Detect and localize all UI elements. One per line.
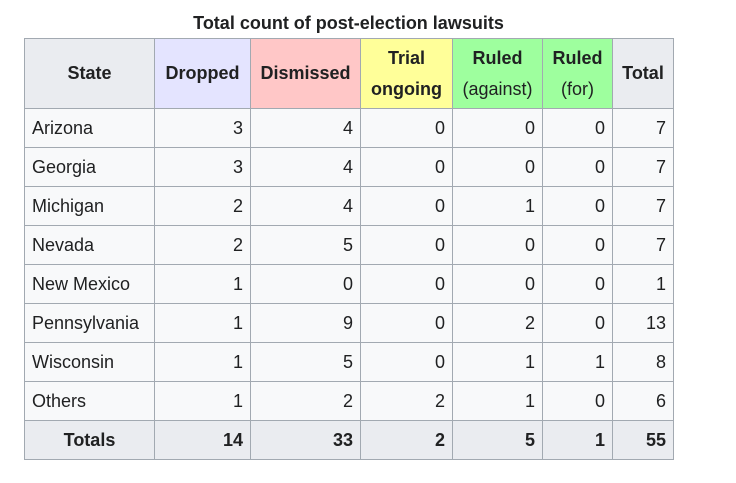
- cell-dismissed: 5: [250, 342, 361, 382]
- table-row: Michigan 2 4 0 1 0 7: [24, 186, 674, 226]
- cell-dropped: 1: [154, 381, 251, 421]
- cell-ruled-against: 1: [452, 381, 543, 421]
- header-ruled-against-line2: (against): [462, 78, 533, 99]
- cell-dismissed: 9: [250, 303, 361, 343]
- cell-total: 7: [612, 225, 674, 265]
- cell-dropped: 2: [154, 225, 251, 265]
- cell-trial: 0: [360, 108, 453, 148]
- header-trial-line1: Trial: [387, 47, 426, 68]
- table-row: Pennsylvania 1 9 0 2 0 13: [24, 303, 674, 343]
- totals-trial: 2: [360, 420, 453, 460]
- cell-ruled-for: 0: [542, 303, 613, 343]
- cell-ruled-for: 0: [542, 264, 613, 304]
- header-ruled-for-line2: (for): [561, 78, 594, 99]
- cell-dropped: 1: [154, 303, 251, 343]
- header-ruled-for-line1: Ruled: [552, 47, 603, 68]
- cell-dismissed: 0: [250, 264, 361, 304]
- cell-dismissed: 5: [250, 225, 361, 265]
- cell-trial: 2: [360, 381, 453, 421]
- header-row: State Dropped Dismissed Trial ongoing Ru…: [24, 38, 674, 109]
- cell-ruled-against: 0: [452, 225, 543, 265]
- cell-state: Pennsylvania: [24, 303, 155, 343]
- cell-trial: 0: [360, 225, 453, 265]
- cell-trial: 0: [360, 342, 453, 382]
- cell-ruled-for: 0: [542, 186, 613, 226]
- header-dropped[interactable]: Dropped: [154, 38, 251, 109]
- cell-ruled-against: 0: [452, 147, 543, 187]
- cell-dropped: 1: [154, 342, 251, 382]
- totals-ruled-for: 1: [542, 420, 613, 460]
- table-caption: Total count of post-election lawsuits: [193, 13, 504, 33]
- cell-ruled-for: 0: [542, 225, 613, 265]
- cell-ruled-against: 0: [452, 264, 543, 304]
- lawsuits-table: State Dropped Dismissed Trial ongoing Ru…: [24, 38, 674, 460]
- cell-trial: 0: [360, 147, 453, 187]
- cell-total: 1: [612, 264, 674, 304]
- cell-trial: 0: [360, 303, 453, 343]
- cell-state: Wisconsin: [24, 342, 155, 382]
- cell-dismissed: 4: [250, 108, 361, 148]
- cell-ruled-against: 2: [452, 303, 543, 343]
- cell-ruled-for: 0: [542, 381, 613, 421]
- cell-total: 7: [612, 108, 674, 148]
- table-row: Wisconsin 1 5 0 1 1 8: [24, 342, 674, 382]
- cell-ruled-against: 0: [452, 108, 543, 148]
- header-ruled-against-line1: Ruled: [472, 47, 523, 68]
- cell-dropped: 2: [154, 186, 251, 226]
- cell-total: 7: [612, 186, 674, 226]
- cell-state: Georgia: [24, 147, 155, 187]
- header-dismissed[interactable]: Dismissed: [250, 38, 361, 109]
- cell-state: Nevada: [24, 225, 155, 265]
- cell-dropped: 1: [154, 264, 251, 304]
- cell-dismissed: 4: [250, 186, 361, 226]
- totals-total: 55: [612, 420, 674, 460]
- cell-total: 6: [612, 381, 674, 421]
- cell-ruled-for: 0: [542, 147, 613, 187]
- totals-ruled-against: 5: [452, 420, 543, 460]
- header-state[interactable]: State: [24, 38, 155, 109]
- table-row: Nevada 2 5 0 0 0 7: [24, 225, 674, 265]
- cell-dismissed: 4: [250, 147, 361, 187]
- cell-dismissed: 2: [250, 381, 361, 421]
- table-row: Arizona 3 4 0 0 0 7: [24, 108, 674, 148]
- cell-ruled-for: 0: [542, 108, 613, 148]
- totals-dismissed: 33: [250, 420, 361, 460]
- cell-dropped: 3: [154, 147, 251, 187]
- cell-ruled-against: 1: [452, 186, 543, 226]
- cell-total: 7: [612, 147, 674, 187]
- totals-row: Totals 14 33 2 5 1 55: [24, 420, 674, 460]
- table-row: Others 1 2 2 1 0 6: [24, 381, 674, 421]
- totals-dropped: 14: [154, 420, 251, 460]
- header-trial-line2: ongoing: [371, 78, 442, 99]
- header-ruled-for[interactable]: Ruled (for): [542, 38, 613, 109]
- cell-dropped: 3: [154, 108, 251, 148]
- cell-ruled-against: 1: [452, 342, 543, 382]
- cell-state: New Mexico: [24, 264, 155, 304]
- table-row: New Mexico 1 0 0 0 0 1: [24, 264, 674, 304]
- cell-trial: 0: [360, 186, 453, 226]
- header-ruled-against[interactable]: Ruled (against): [452, 38, 543, 109]
- cell-ruled-for: 1: [542, 342, 613, 382]
- table-row: Georgia 3 4 0 0 0 7: [24, 147, 674, 187]
- header-total[interactable]: Total: [612, 38, 674, 109]
- cell-state: Others: [24, 381, 155, 421]
- cell-state: Arizona: [24, 108, 155, 148]
- cell-total: 8: [612, 342, 674, 382]
- totals-label: Totals: [24, 420, 155, 460]
- cell-trial: 0: [360, 264, 453, 304]
- cell-total: 13: [612, 303, 674, 343]
- header-trial-ongoing[interactable]: Trial ongoing: [360, 38, 453, 109]
- cell-state: Michigan: [24, 186, 155, 226]
